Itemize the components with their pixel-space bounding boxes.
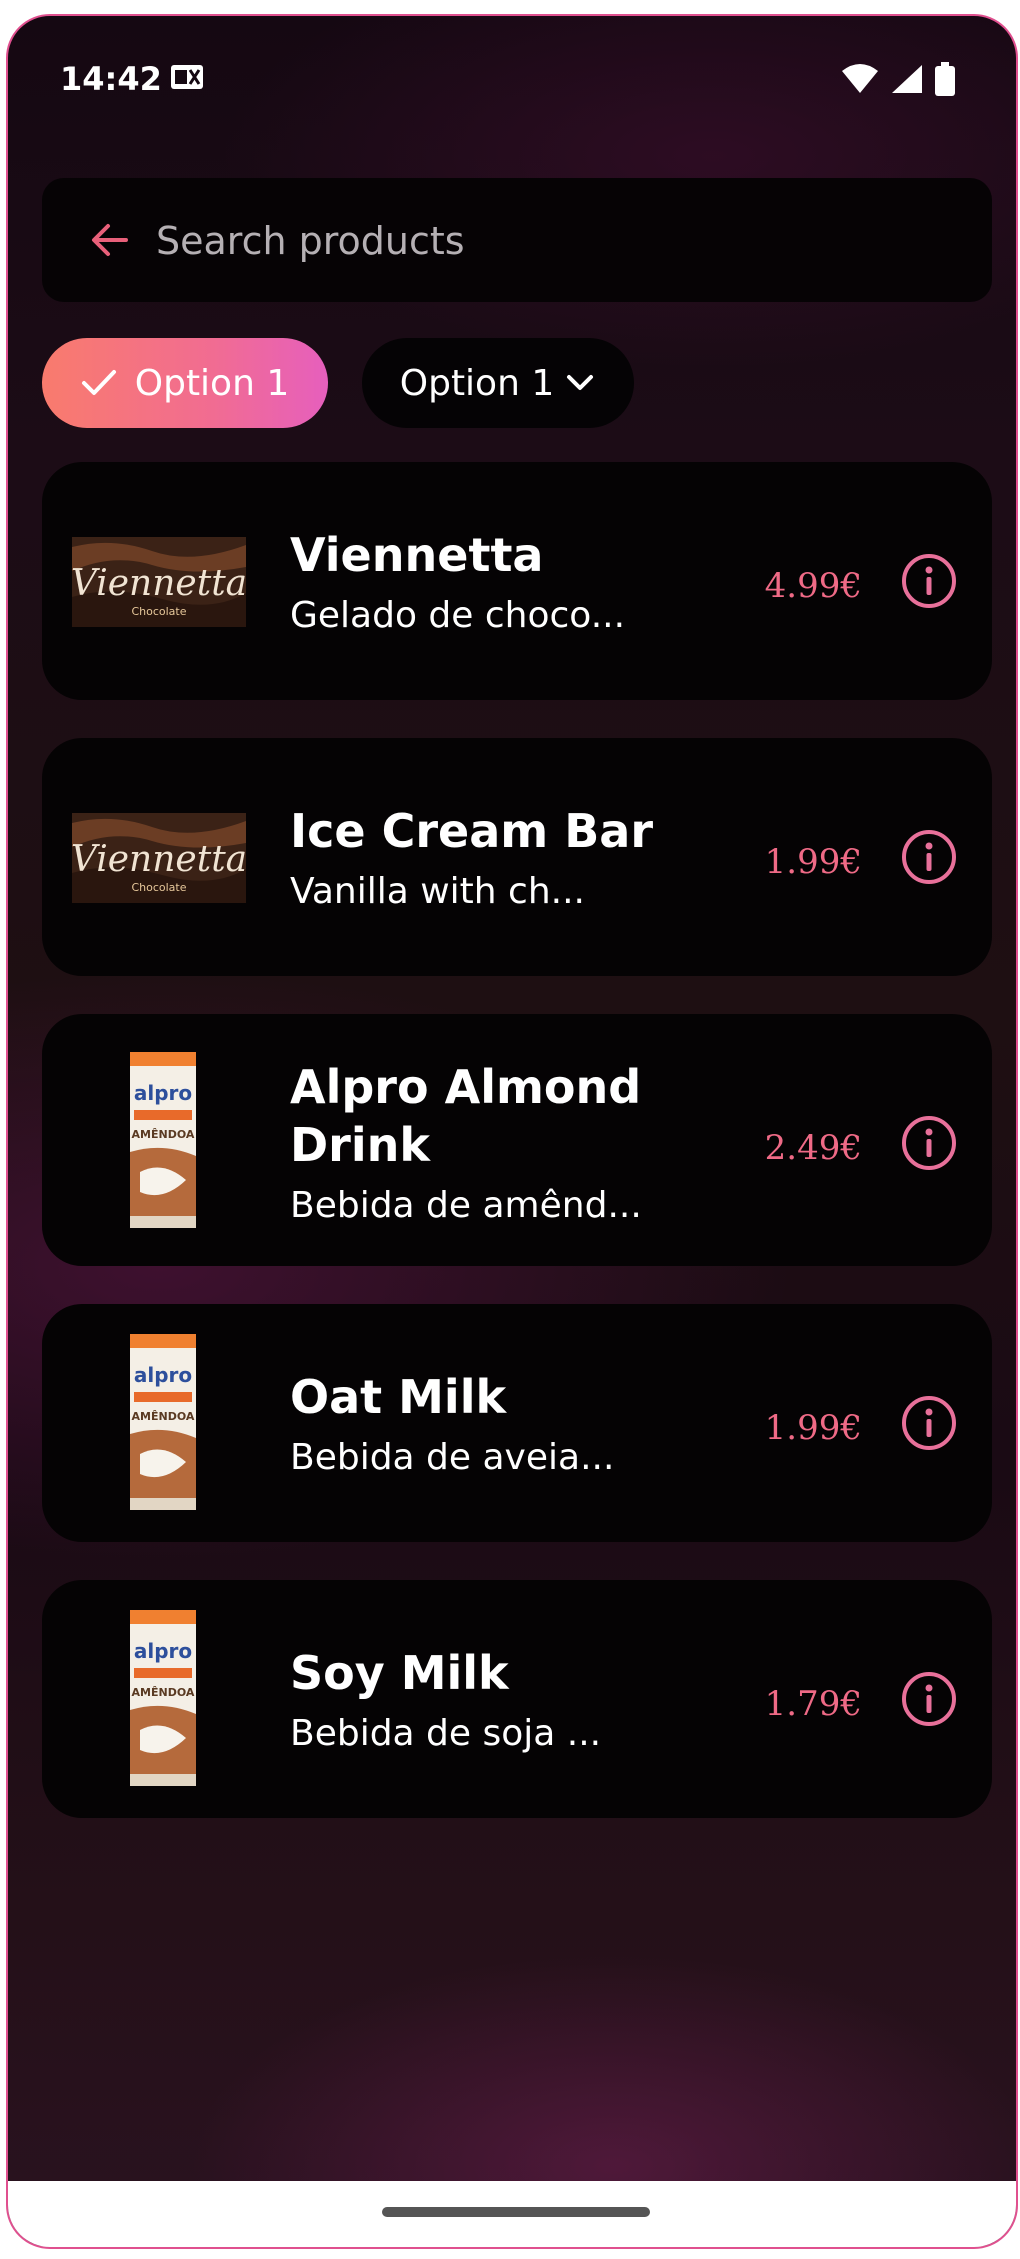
status-time: 14:42 <box>60 60 162 98</box>
product-card[interactable]: Viennetta Chocolate Ice Cream Bar Vanill… <box>42 738 992 976</box>
product-card[interactable]: alpro AMÊNDOA Oat Milk Bebida de aveia..… <box>42 1304 992 1542</box>
info-icon[interactable] <box>900 1114 958 1172</box>
product-price: 2.49€ <box>764 1128 862 1168</box>
filter-dropdown-label: Option 1 <box>399 362 555 404</box>
chevron-down-icon <box>567 375 594 390</box>
battery-icon <box>935 62 955 96</box>
product-card[interactable]: Viennetta Chocolate Viennetta Gelado de … <box>42 462 992 700</box>
product-price: 1.79€ <box>764 1684 862 1724</box>
info-icon[interactable] <box>900 552 958 610</box>
svg-text:Viennetta: Viennetta <box>72 563 246 604</box>
product-name: Alpro Almond Drink <box>290 1060 642 1172</box>
filter-dropdown-chip[interactable]: Option 1 <box>362 338 634 428</box>
home-gesture-handle[interactable] <box>382 2207 650 2217</box>
notification-app-icon <box>171 65 203 89</box>
viennetta-image: Viennetta Chocolate <box>72 537 246 627</box>
svg-text:Viennetta: Viennetta <box>72 839 246 880</box>
arrow-left-icon[interactable] <box>86 216 134 264</box>
product-price: 4.99€ <box>764 566 862 606</box>
product-name: Viennetta <box>290 528 544 582</box>
viennetta-image: Viennetta Chocolate <box>72 813 246 903</box>
product-description: Vanilla with ch... <box>290 871 585 912</box>
svg-text:alpro: alpro <box>134 1639 192 1663</box>
alpro-carton-image: alpro AMÊNDOA <box>130 1052 196 1228</box>
product-description: Gelado de choco... <box>290 595 626 636</box>
product-card[interactable]: alpro AMÊNDOA Alpro Almond Drink Bebida … <box>42 1014 992 1266</box>
product-card[interactable]: alpro AMÊNDOA Soy Milk Bebida de soja ..… <box>42 1580 992 1818</box>
product-price: 1.99€ <box>764 1408 862 1448</box>
product-name: Soy Milk <box>290 1646 509 1700</box>
check-icon <box>81 370 116 395</box>
status-icons <box>840 62 956 96</box>
cell-signal-icon <box>892 65 922 93</box>
svg-text:AMÊNDOA: AMÊNDOA <box>132 1686 195 1699</box>
alpro-carton-image: alpro AMÊNDOA <box>130 1334 196 1510</box>
alpro-carton-image: alpro AMÊNDOA <box>130 1610 196 1786</box>
wifi-icon <box>842 64 878 93</box>
product-name: Oat Milk <box>290 1370 507 1424</box>
status-bar: 14:42 <box>8 16 1016 146</box>
svg-text:Chocolate: Chocolate <box>131 881 186 894</box>
svg-text:alpro: alpro <box>134 1081 192 1105</box>
product-name: Ice Cream Bar <box>290 804 654 858</box>
svg-text:Chocolate: Chocolate <box>131 605 186 618</box>
product-description: Bebida de aveia... <box>290 1437 615 1478</box>
search-input[interactable] <box>154 208 938 274</box>
svg-text:AMÊNDOA: AMÊNDOA <box>132 1128 195 1141</box>
svg-text:alpro: alpro <box>134 1363 192 1387</box>
filter-chip-label: Option 1 <box>134 362 290 404</box>
product-description: Bebida de amênd... <box>290 1185 642 1226</box>
filter-chip-selected[interactable]: Option 1 <box>42 338 328 428</box>
info-icon[interactable] <box>900 1394 958 1452</box>
product-description: Bebida de soja ... <box>290 1713 602 1754</box>
product-price: 1.99€ <box>764 842 862 882</box>
info-icon[interactable] <box>900 828 958 886</box>
phone-screen: 14:42 Option 1 <box>6 14 1018 2249</box>
svg-text:AMÊNDOA: AMÊNDOA <box>132 1410 195 1423</box>
navigation-bar <box>8 2181 1016 2247</box>
search-bar <box>42 178 992 302</box>
info-icon[interactable] <box>900 1670 958 1728</box>
